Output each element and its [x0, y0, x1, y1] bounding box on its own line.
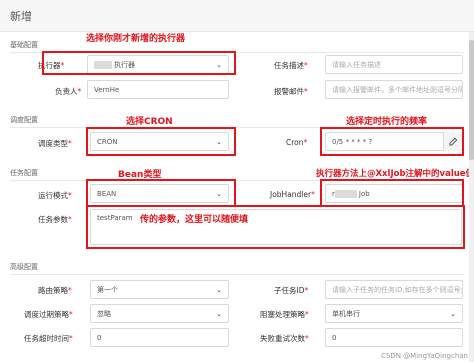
annotation-handler: 执行器方法上@XxlJob注解中的value值	[316, 169, 474, 179]
section-basic: 基础配置	[10, 41, 38, 49]
annotation-box-bean	[86, 179, 236, 207]
annotation-cron-type: 选择CRON	[126, 117, 173, 127]
task-param-label: 任务参数*	[38, 215, 72, 224]
retry-input[interactable]: 0	[325, 328, 463, 347]
timeout-input[interactable]: 0	[90, 328, 229, 347]
child-job-label: 子任务ID*	[274, 286, 309, 295]
timeout-label: 任务超时时间*	[24, 334, 73, 343]
retry-label: 失败重试次数*	[260, 334, 309, 343]
chevron-down-icon: ⌄	[216, 286, 222, 294]
annotation-bean: Bean类型	[118, 170, 162, 180]
section-advanced: 高级配置	[10, 263, 38, 271]
annotation-box-cron-type	[86, 127, 236, 156]
section-task: 任务配置	[10, 169, 38, 177]
child-job-input[interactable]: 请输入子任务的任务ID,如存在多个则逗号分隔	[325, 280, 463, 299]
annotation-box-handler	[320, 179, 464, 207]
scrollbar-thumb[interactable]	[469, 40, 474, 160]
task-desc-input[interactable]: 请输入任务描述	[325, 55, 463, 74]
expire-strategy-label: 调度过期策略*	[24, 310, 73, 319]
alarm-email-label: 报警邮件*	[274, 87, 308, 96]
chevron-down-icon: ⌄	[216, 310, 222, 318]
section-divider	[10, 274, 464, 275]
annotation-executor: 选择你刚才新增的执行器	[86, 34, 186, 44]
job-handler-label: JobHandler*	[270, 190, 315, 199]
owner-label: 负责人*	[55, 87, 82, 96]
route-strategy-select[interactable]: 第一个 ⌄	[90, 280, 229, 299]
section-schedule: 调度配置	[10, 116, 38, 124]
run-mode-label: 运行模式*	[38, 191, 72, 200]
block-strategy-label: 阻塞处理策略*	[260, 310, 309, 319]
annotation-cron: 选择定时执行的频率	[346, 117, 428, 127]
expire-strategy-select[interactable]: 忽略 ⌄	[90, 304, 229, 323]
annotation-box-cron	[320, 127, 464, 156]
block-strategy-select[interactable]: 单机串行 ⌄	[325, 304, 463, 323]
route-strategy-label: 路由策略*	[38, 286, 72, 295]
dialog-header: 新增	[0, 0, 474, 32]
watermark: CSDN @MingYaQingchan	[381, 352, 468, 360]
annotation-box-executor	[42, 51, 236, 75]
alarm-email-input[interactable]: 请输入报警邮件，多个邮件地址则逗号分隔	[325, 80, 463, 99]
task-desc-label: 任务描述*	[274, 61, 308, 70]
dialog-title: 新增	[10, 10, 32, 23]
owner-input[interactable]: VernHe	[87, 80, 229, 99]
chevron-down-icon: ⌄	[450, 310, 456, 318]
cron-label: Cron*	[286, 138, 308, 147]
annotation-param: 传的参数，这里可以随便填	[140, 215, 249, 225]
schedule-type-label: 调度类型*	[38, 139, 72, 148]
